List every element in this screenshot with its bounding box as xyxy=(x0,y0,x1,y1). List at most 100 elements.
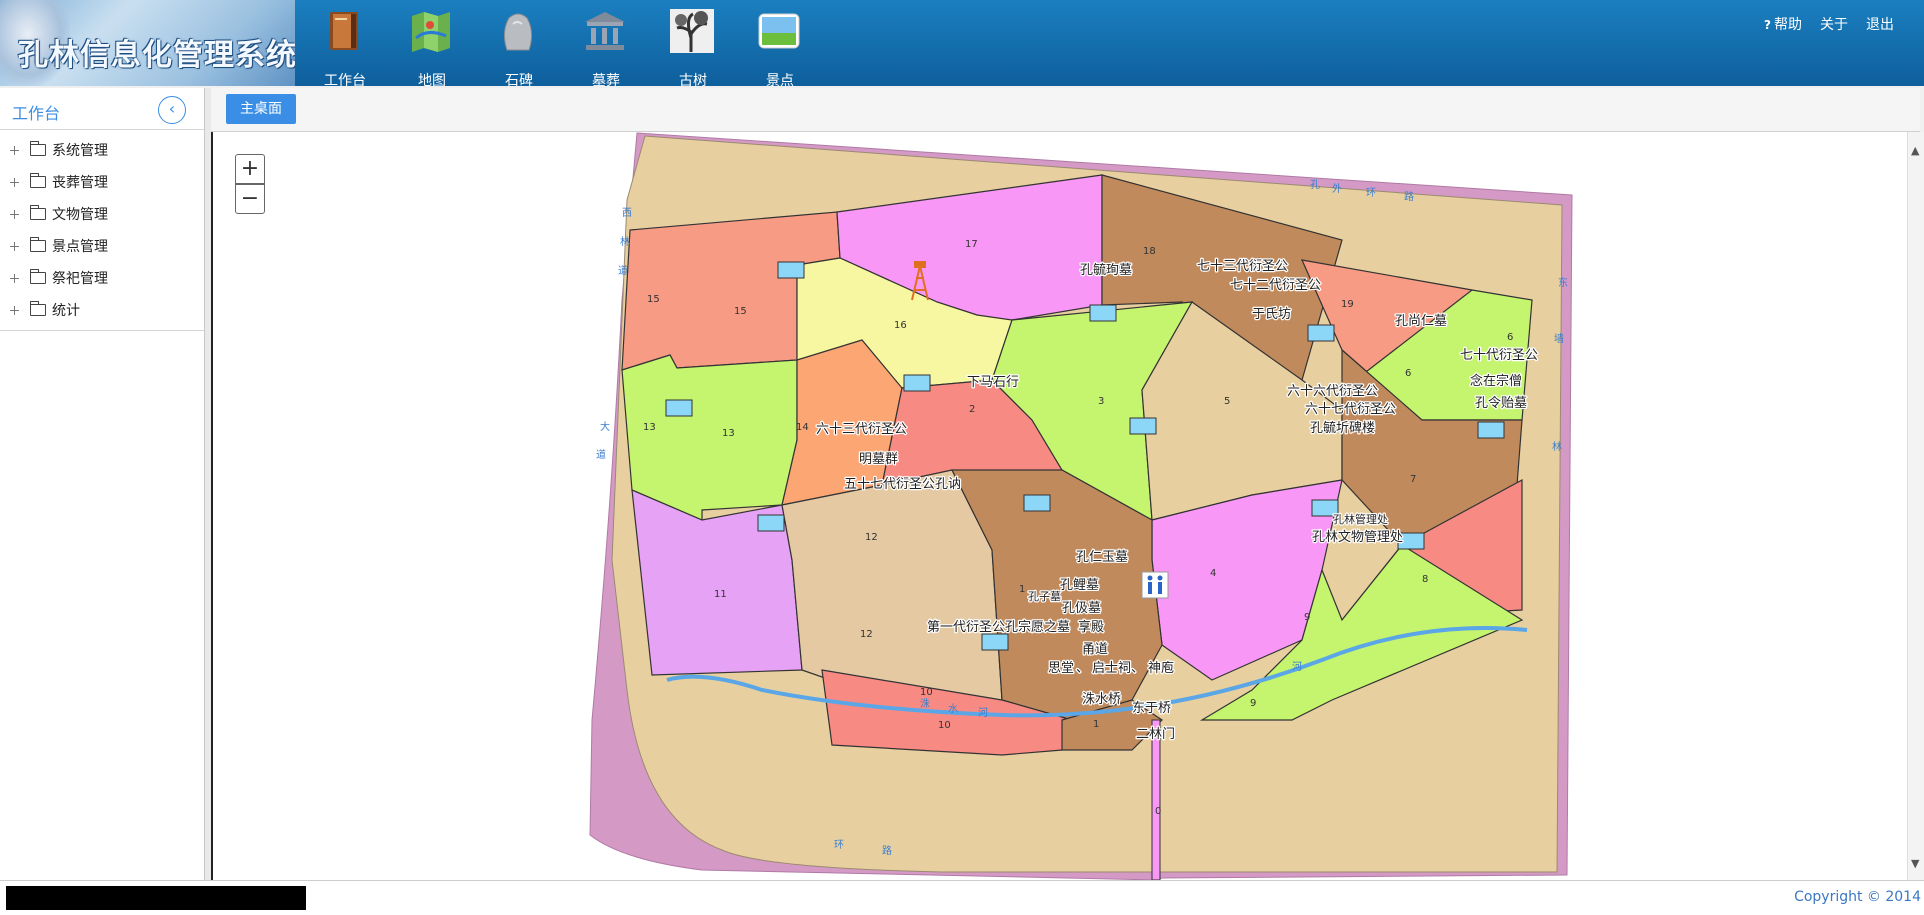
poi-label: 孔尚仁墓 xyxy=(1395,314,1447,329)
tree-item-scenic[interactable]: 景点管理 xyxy=(0,230,204,262)
top-links: ? 帮助 关于 退出 xyxy=(1764,14,1894,34)
plot-number: 5 xyxy=(1224,396,1230,407)
tree-item-label: 祭祀管理 xyxy=(52,271,108,287)
plot-number: 19 xyxy=(1341,299,1354,310)
road-label: 孔 xyxy=(1310,179,1320,191)
tab-bar: 主桌面 xyxy=(211,88,1920,132)
poi-label: 东于桥 xyxy=(1132,701,1171,716)
poi-label: 于氏坊 xyxy=(1252,307,1291,322)
road-label: 环 xyxy=(834,840,844,851)
poi-label: 下马石行 xyxy=(967,375,1019,390)
app-title: 孔林信息化管理系统 xyxy=(18,38,295,73)
poi-label: 、 xyxy=(1076,661,1089,676)
plot-number: 1 xyxy=(1019,584,1025,595)
poi-label: 享殿 xyxy=(1078,619,1104,635)
nav-stele[interactable]: 石碑 xyxy=(479,0,549,89)
poi-label: 孔子墓 xyxy=(1028,590,1061,603)
chevron-up-icon[interactable]: ▲ xyxy=(1911,144,1919,157)
expand-icon[interactable] xyxy=(10,210,19,219)
plot-number: 4 xyxy=(1210,568,1216,579)
map-canvas[interactable]: 1 1 2 3 4 5 6 6 7 8 9 9 10 10 11 12 12 1… xyxy=(213,132,1907,880)
book-icon xyxy=(330,12,358,50)
map-scrollbar[interactable]: ▲ ▼ xyxy=(1907,132,1924,880)
nav-tomb[interactable]: 墓葬 xyxy=(566,0,636,89)
road-label: 外 xyxy=(1332,183,1342,195)
restroom-icon xyxy=(1141,571,1169,599)
poi-label: 孔毓圻碑楼 xyxy=(1310,420,1375,436)
tree-item-system[interactable]: 系统管理 xyxy=(0,134,204,166)
road-label: 河 xyxy=(978,707,988,719)
footer: Copyright © 2014 xyxy=(0,880,1924,915)
poi-label: 洙水桥 xyxy=(1082,692,1121,707)
poi-label: 启士祠、 xyxy=(1092,661,1144,676)
map-panel[interactable]: 1 1 2 3 4 5 6 6 7 8 9 9 10 10 11 12 12 1… xyxy=(211,132,1907,880)
tab-home[interactable]: 主桌面 xyxy=(226,94,296,124)
nav-tree[interactable]: 古树 xyxy=(653,0,723,89)
stone-icon xyxy=(503,13,533,51)
logout-link[interactable]: 退出 xyxy=(1866,14,1894,34)
plot-number: 14 xyxy=(796,422,809,433)
poi-label: 六十七代衍圣公 xyxy=(1305,402,1396,417)
chevron-down-icon[interactable]: ▼ xyxy=(1911,857,1919,870)
plot-number: 8 xyxy=(1422,574,1428,585)
tree-item-label: 文物管理 xyxy=(52,207,108,223)
zoom-in-button[interactable]: + xyxy=(235,154,265,184)
poi-label: 孔仁玉墓 xyxy=(1076,550,1128,565)
expand-icon[interactable] xyxy=(10,274,19,283)
help-link[interactable]: ? 帮助 xyxy=(1764,14,1802,34)
road-label: 大 xyxy=(600,420,610,433)
plot-number: 2 xyxy=(969,404,975,415)
poi-label: 七十三代衍圣公 xyxy=(1197,259,1288,274)
sidebar-header: 工作台 ‹ xyxy=(0,88,204,130)
road-label: 道 xyxy=(618,264,628,277)
tree-item-relics[interactable]: 文物管理 xyxy=(0,198,204,230)
sidebar-title: 工作台 xyxy=(12,104,61,123)
plot-number: 16 xyxy=(894,320,907,331)
collapse-sidebar-button[interactable]: ‹ xyxy=(158,96,186,124)
poi-label: 明墓群 xyxy=(859,452,898,467)
poi-label: 孔伋墓 xyxy=(1062,601,1101,616)
plot-number: 10 xyxy=(938,720,951,731)
zoom-out-button[interactable]: − xyxy=(235,184,265,214)
app-logo: 孔林信息化管理系统 xyxy=(0,0,295,86)
road-label: 环 xyxy=(1366,188,1376,199)
road-label: 河 xyxy=(1292,661,1302,673)
poi-label: 七十二代衍圣公 xyxy=(1230,278,1321,293)
folder-icon xyxy=(30,141,46,156)
tree-item-stats[interactable]: 统计 xyxy=(0,294,204,326)
nav-tree-label: 古树 xyxy=(679,73,707,89)
plot-number: 6 xyxy=(1507,332,1513,343)
nav-workbench[interactable]: 工作台 xyxy=(305,0,375,89)
poi-label: 孔令贻墓 xyxy=(1475,396,1527,411)
nav-map[interactable]: 地图 xyxy=(392,0,462,89)
landscape-icon xyxy=(758,13,800,49)
plot-number: 15 xyxy=(734,306,747,317)
expand-icon[interactable] xyxy=(10,306,19,315)
plot-number: 17 xyxy=(965,239,978,250)
plot-number: 18 xyxy=(1143,246,1156,257)
plot-number: 12 xyxy=(860,629,873,640)
poi-label: 二林门 xyxy=(1136,727,1175,742)
plot-number: 7 xyxy=(1410,474,1416,485)
road-label: 东 xyxy=(1558,276,1568,289)
tree-item-label: 系统管理 xyxy=(52,143,108,159)
poi-label: 甬道 xyxy=(1082,642,1108,657)
plot-number: 13 xyxy=(643,422,656,433)
road-label: 水 xyxy=(948,703,958,715)
road-label: 道 xyxy=(596,448,606,461)
expand-icon[interactable] xyxy=(10,242,19,251)
nav-scenic[interactable]: 景点 xyxy=(740,0,810,89)
tree-item-funeral[interactable]: 丧葬管理 xyxy=(0,166,204,198)
plot-number: 11 xyxy=(714,589,727,600)
chevron-left-icon: ‹ xyxy=(168,99,176,118)
expand-icon[interactable] xyxy=(10,178,19,187)
poi-label: 念在宗僧 xyxy=(1470,373,1522,389)
expand-icon[interactable] xyxy=(10,146,19,155)
tree-item-label: 丧葬管理 xyxy=(52,175,108,191)
poi-label: 孔林文物管理处 xyxy=(1312,530,1403,545)
poi-label: 思堂 xyxy=(1048,661,1074,676)
tree-item-sacrifice[interactable]: 祭祀管理 xyxy=(0,262,204,294)
nav-scenic-label: 景点 xyxy=(766,73,794,89)
plot-number: 3 xyxy=(1098,396,1104,407)
about-link[interactable]: 关于 xyxy=(1820,14,1848,34)
